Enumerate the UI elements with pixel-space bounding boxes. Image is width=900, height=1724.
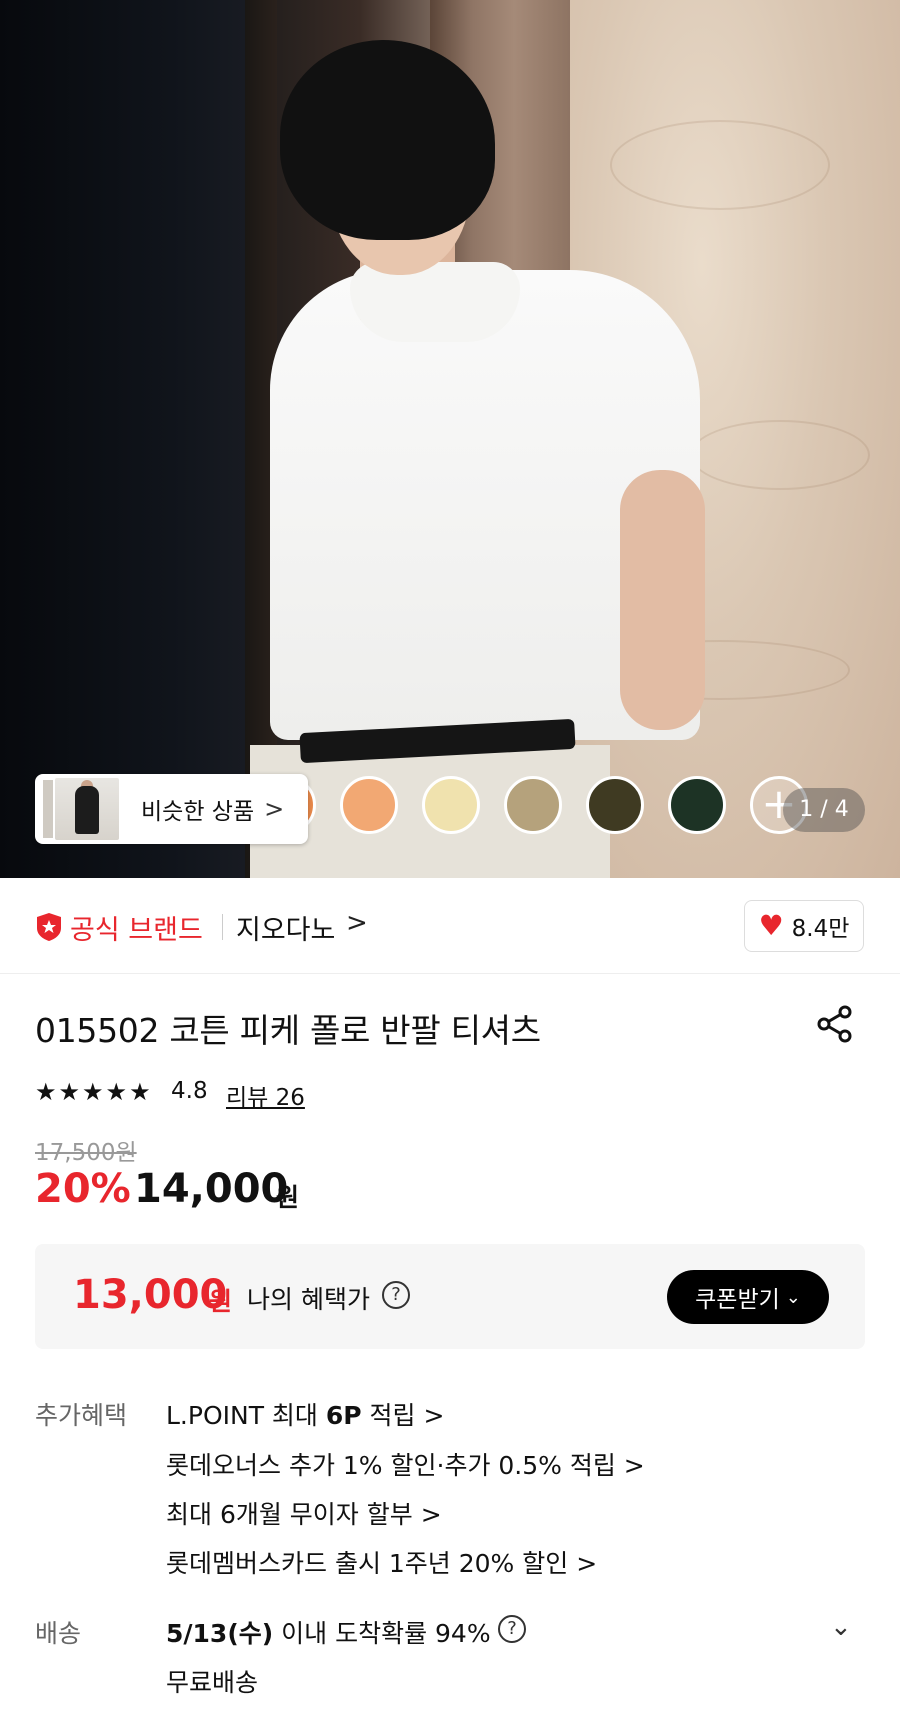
color-swatch[interactable] [422, 776, 480, 834]
image-pager: 1 / 4 [783, 788, 865, 832]
chevron-down-icon: ⌄ [785, 1286, 801, 1308]
like-count: 8.4만 [791, 916, 850, 942]
benefit-item-lpoint[interactable]: L.POINT 최대 6P 적립 > [166, 1396, 444, 1432]
sale-price-unit: 원 [276, 1183, 300, 1212]
share-icon[interactable] [815, 1004, 855, 1044]
rating-value: 4.8 [171, 1078, 208, 1104]
extra-benefits-label: 추가혜택 [35, 1401, 128, 1430]
background-door [0, 0, 245, 878]
free-shipping-label: 무료배송 [166, 1668, 259, 1697]
shipping-label: 배송 [35, 1619, 82, 1648]
product-image-carousel[interactable]: + 비슷한 상품 > 1 / 4 [0, 0, 900, 878]
divider [222, 914, 223, 940]
get-coupon-button[interactable]: 쿠폰받기 ⌄ [667, 1270, 829, 1324]
similar-product-thumbnail [43, 778, 119, 840]
star-rating-icon: ★★★★★ [35, 1078, 153, 1106]
sale-price: 14,000 [134, 1166, 289, 1212]
like-button[interactable]: ♥ 8.4만 [744, 900, 864, 952]
benefit-item-installment[interactable]: 최대 6개월 무이자 할부 > [166, 1495, 442, 1531]
chevron-right-icon[interactable]: > [346, 908, 368, 938]
similar-products-button[interactable]: 비슷한 상품 > [35, 774, 308, 844]
benefit-item-lotte-members-card[interactable]: 롯데멤버스카드 출시 1주년 20% 할인 > [166, 1544, 597, 1580]
discount-rate: 20% [35, 1166, 131, 1212]
reviews-link[interactable]: 리뷰 26 [226, 1078, 305, 1112]
product-title: 015502 코튼 피케 폴로 반팔 티셔츠 [35, 1011, 541, 1050]
model-hair [280, 40, 495, 240]
my-benefit-price-box: 13,000 원 나의 혜택가 ? 쿠폰받기 ⌄ [35, 1244, 865, 1349]
shipping-arrival-estimate: 5/13(수) 이내 도착확률 94% [166, 1619, 491, 1648]
official-brand-label: 공식 브랜드 [70, 915, 203, 946]
heart-icon: ♥ [758, 909, 784, 942]
help-icon[interactable]: ? [498, 1615, 526, 1643]
model-arm [620, 470, 705, 730]
color-swatch[interactable] [586, 776, 644, 834]
color-swatch[interactable] [340, 776, 398, 834]
brand-name-link[interactable]: 지오다노 [236, 908, 335, 947]
help-icon[interactable]: ? [382, 1281, 410, 1309]
model-collar [350, 262, 520, 342]
benefit-price-unit: 원 [209, 1287, 233, 1316]
benefit-price: 13,000 [73, 1272, 228, 1318]
color-swatch[interactable] [504, 776, 562, 834]
brand-row: 공식 브랜드 지오다노 > ♥ 8.4만 [0, 878, 900, 974]
color-swatch[interactable] [668, 776, 726, 834]
similar-products-label: 비슷한 상품 [141, 799, 255, 825]
original-price: 17,500원 [35, 1140, 137, 1166]
chevron-down-icon[interactable]: ⌄ [830, 1612, 852, 1642]
benefit-item-lotte-owners[interactable]: 롯데오너스 추가 1% 할인·추가 0.5% 적립 > [166, 1446, 645, 1482]
chevron-right-icon: > [264, 795, 285, 823]
official-badge-icon [37, 913, 61, 941]
get-coupon-label: 쿠폰받기 [695, 1287, 780, 1313]
benefit-price-label: 나의 혜택가 [247, 1285, 370, 1314]
